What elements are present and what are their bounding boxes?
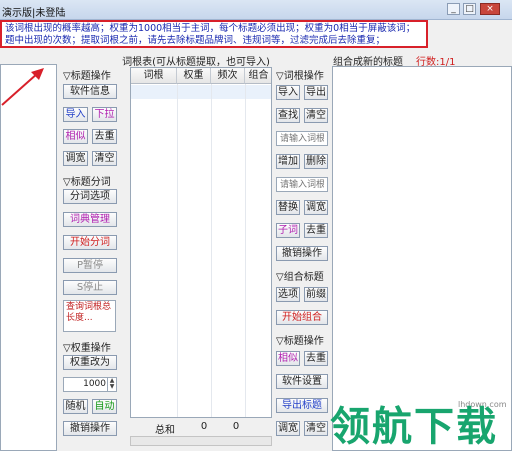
weight-sum: 0 xyxy=(200,421,208,432)
dedupe-2-button[interactable]: 去重 xyxy=(304,351,328,366)
replace-button[interactable]: 替换 xyxy=(276,200,300,215)
maximize-button[interactable]: □ xyxy=(463,3,476,15)
software-info-button[interactable]: 软件信息 xyxy=(63,84,117,99)
weight-change-button[interactable]: 权重改为 xyxy=(63,355,117,370)
col-header-root[interactable]: 词根 xyxy=(131,68,177,84)
clear-2-button[interactable]: 清空 xyxy=(304,421,328,436)
stop-button[interactable]: S停止 xyxy=(63,280,117,295)
close-button[interactable]: × xyxy=(480,3,500,15)
dedupe-titles-button[interactable]: 去重 xyxy=(92,129,117,144)
clear-roots-button[interactable]: 清空 xyxy=(304,108,328,123)
start-combine-button[interactable]: 开始组合 xyxy=(276,310,328,325)
minimize-button[interactable]: _ xyxy=(447,3,460,15)
table-footer: 总和 0 0 xyxy=(130,420,272,436)
pause-button[interactable]: P暂停 xyxy=(63,258,117,273)
similar-button[interactable]: 相似 xyxy=(63,129,88,144)
adjust-width-2-button[interactable]: 调宽 xyxy=(276,421,300,436)
notice-line-2: 题中出现的次数；提取词根之前，请先去除标题品牌词、违规词等，过滤完成后去除重复； xyxy=(5,35,386,46)
section-root-ops: ▽词根操作 xyxy=(276,71,324,82)
start-seg-button[interactable]: 开始分词 xyxy=(63,235,117,250)
title-list-pane[interactable] xyxy=(0,64,57,451)
watermark: lhdown.com 领航下载 xyxy=(330,400,512,451)
new-titles-pane[interactable] xyxy=(332,66,512,451)
notice-box: 该词根出现的概率越高；权重为1000相当于主词，每个标题必须出现；权重为0相当于… xyxy=(0,20,428,48)
window-title: 演示版|未登陆 xyxy=(2,8,66,19)
seg-options-button[interactable]: 分词选项 xyxy=(63,189,117,204)
auto-button[interactable]: 自动 xyxy=(92,399,117,414)
sum-label: 总和 xyxy=(155,425,175,436)
software-settings-button[interactable]: 软件设置 xyxy=(276,374,328,389)
table-hscrollbar[interactable] xyxy=(130,436,272,446)
section-title-op-2: ▽标题操作 xyxy=(276,336,324,347)
section-segment: ▽标题分词 xyxy=(63,177,111,188)
column-divider xyxy=(245,84,246,417)
stepper-arrows-icon[interactable]: ▲ ▼ xyxy=(107,378,116,391)
random-button[interactable]: 随机 xyxy=(63,399,88,414)
find-button[interactable]: 查找 xyxy=(276,108,300,123)
section-title-ops: ▽标题操作 xyxy=(63,71,111,82)
section-combine: ▽组合标题 xyxy=(276,272,324,283)
combine-options-button[interactable]: 选项 xyxy=(276,287,300,302)
notice-line-1: 该词根出现的概率越高；权重为1000相当于主词，每个标题必须出现；权重为0相当于… xyxy=(5,23,416,34)
root-input-replace[interactable] xyxy=(276,177,328,192)
column-divider xyxy=(177,84,178,417)
dropdown-button[interactable]: 下拉 xyxy=(92,107,117,122)
app-window: 演示版|未登陆 _ □ × 该词根出现的概率越高；权重为1000相当于主词，每个… xyxy=(0,0,512,451)
add-root-button[interactable]: 增加 xyxy=(276,154,300,169)
watermark-logo: 领航下载 xyxy=(330,404,498,450)
undo-button[interactable]: 撤销操作 xyxy=(63,421,117,436)
table-row[interactable] xyxy=(131,85,271,99)
dedupe-roots-button[interactable]: 去重 xyxy=(304,223,328,238)
undo-root-button[interactable]: 撤销操作 xyxy=(276,246,328,261)
export-roots-button[interactable]: 导出 xyxy=(304,85,328,100)
clear-titles-button[interactable]: 清空 xyxy=(92,151,117,166)
import-roots-button[interactable]: 导入 xyxy=(276,85,300,100)
red-arrow-icon xyxy=(1,68,44,106)
dict-manage-button[interactable]: 词典管理 xyxy=(63,212,117,227)
import-titles-button[interactable]: 导入 xyxy=(63,107,88,122)
prefix-button[interactable]: 前缀 xyxy=(304,287,328,302)
export-titles-button[interactable]: 导出标题 xyxy=(276,398,328,413)
length-memo[interactable]: 查询词根总长度... xyxy=(63,300,116,332)
title-bar: 演示版|未登陆 _ □ × xyxy=(0,0,512,20)
col-header-weight[interactable]: 权重 xyxy=(177,68,211,84)
adjust-roots-button[interactable]: 调宽 xyxy=(304,200,328,215)
sub-word-button[interactable]: 子词 xyxy=(276,223,300,238)
similar-2-button[interactable]: 相似 xyxy=(276,351,300,366)
weight-stepper[interactable]: 1000 ▲ ▼ xyxy=(63,377,117,392)
section-weight: ▽权重操作 xyxy=(63,343,111,354)
root-table[interactable]: 词根 权重 频次 组合 xyxy=(130,67,272,418)
column-divider xyxy=(211,84,212,417)
col-header-combine[interactable]: 组合 xyxy=(245,68,271,84)
col-header-frequency[interactable]: 频次 xyxy=(211,68,245,84)
weight-value: 1000 xyxy=(83,379,106,389)
freq-sum: 0 xyxy=(232,421,240,432)
adjust-width-button[interactable]: 调宽 xyxy=(63,151,88,166)
delete-root-button[interactable]: 删除 xyxy=(304,154,328,169)
root-input-add[interactable] xyxy=(276,131,328,146)
root-table-title: 词根表(可从标题提取，也可导入) xyxy=(122,57,270,68)
